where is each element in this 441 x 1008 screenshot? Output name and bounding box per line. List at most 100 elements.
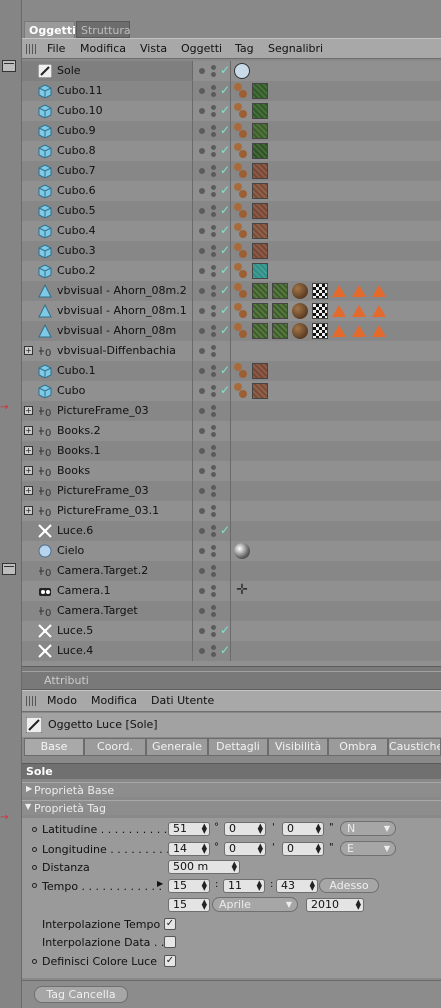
editor-visibility-dot-icon[interactable]: [211, 525, 216, 530]
triangle-tag-icon[interactable]: [372, 305, 386, 317]
editor-visibility-dot-icon[interactable]: [211, 85, 216, 90]
editor-visibility-dot-icon[interactable]: [211, 445, 216, 450]
object-row[interactable]: Cubo.4 ✓: [22, 221, 441, 241]
tab-visibilita[interactable]: Visibilità: [268, 738, 328, 756]
editor-visibility-dot-icon[interactable]: [211, 265, 216, 270]
object-name-cell[interactable]: +0 PictureFrame_03: [22, 401, 193, 421]
expand-toggle-icon[interactable]: +: [24, 506, 33, 515]
triangle-tag-icon[interactable]: [332, 325, 346, 337]
enable-dot-icon[interactable]: [199, 428, 205, 434]
enable-dot-icon[interactable]: [199, 168, 205, 174]
triangle-tag-icon[interactable]: [352, 285, 366, 297]
triangle-tag-icon[interactable]: [332, 285, 346, 297]
texture-tag-icon[interactable]: [252, 163, 268, 179]
object-row[interactable]: Cubo.9 ✓: [22, 121, 441, 141]
object-name-cell[interactable]: +0 PictureFrame_03: [22, 481, 193, 501]
editor-visibility-dot-icon[interactable]: [211, 365, 216, 370]
render-visibility-dot-icon[interactable]: [211, 392, 216, 397]
render-visibility-dot-icon[interactable]: [211, 92, 216, 97]
enabled-check-icon[interactable]: ✓: [220, 364, 230, 376]
menu-tag[interactable]: Tag: [235, 42, 254, 55]
enabled-check-icon[interactable]: ✓: [220, 624, 230, 636]
enabled-check-icon[interactable]: ✓: [220, 304, 230, 316]
object-row[interactable]: +0 vbvisual-Diffenbachia: [22, 341, 441, 361]
enable-dot-icon[interactable]: [199, 468, 205, 474]
object-name-cell[interactable]: Cubo.5: [22, 201, 193, 221]
enabled-check-icon[interactable]: ✓: [220, 184, 230, 196]
editor-visibility-dot-icon[interactable]: [211, 285, 216, 290]
render-visibility-dot-icon[interactable]: [211, 612, 216, 617]
object-name-cell[interactable]: Luce.6: [22, 521, 193, 541]
render-visibility-dot-icon[interactable]: [211, 332, 216, 337]
texture-tag-icon[interactable]: [272, 303, 288, 319]
enabled-check-icon[interactable]: ✓: [220, 164, 230, 176]
tab-base[interactable]: Base: [24, 738, 84, 756]
texture-tag-icon[interactable]: [252, 363, 268, 379]
sun-tag-icon[interactable]: [234, 63, 250, 79]
editor-visibility-dot-icon[interactable]: [211, 505, 216, 510]
enable-dot-icon[interactable]: [199, 488, 205, 494]
enabled-check-icon[interactable]: ✓: [220, 324, 230, 336]
enable-dot-icon[interactable]: [199, 528, 205, 534]
phong-tag-icon[interactable]: [234, 203, 250, 219]
phong-tag-icon[interactable]: [234, 123, 250, 139]
menu-modifica[interactable]: Modifica: [80, 42, 126, 55]
tab-coord[interactable]: Coord.: [84, 738, 146, 756]
enable-dot-icon[interactable]: [199, 328, 205, 334]
enable-dot-icon[interactable]: [199, 408, 205, 414]
editor-visibility-dot-icon[interactable]: [211, 545, 216, 550]
render-visibility-dot-icon[interactable]: [211, 632, 216, 637]
texture-tag-icon[interactable]: [252, 283, 268, 299]
object-row[interactable]: Luce.4 ✓: [22, 641, 441, 661]
render-visibility-dot-icon[interactable]: [211, 592, 216, 597]
object-name-cell[interactable]: Cubo.9: [22, 121, 193, 141]
group-proprieta-tag[interactable]: ▼ Proprietà Tag: [22, 800, 441, 815]
object-row[interactable]: 0 Camera.Target: [22, 601, 441, 621]
object-row[interactable]: +0 Books: [22, 461, 441, 481]
object-name-cell[interactable]: Cielo: [22, 541, 193, 561]
object-name-cell[interactable]: Cubo: [22, 381, 193, 401]
enabled-check-icon[interactable]: ✓: [220, 84, 230, 96]
texture-tag-icon[interactable]: [252, 303, 268, 319]
tempo-year-field[interactable]: 2010 ▲ ▼: [306, 898, 364, 912]
tab-caustiche[interactable]: Caustiche: [388, 738, 441, 756]
enabled-check-icon[interactable]: ✓: [220, 524, 230, 536]
texture-tag-icon[interactable]: [252, 203, 268, 219]
expand-arrow-icon[interactable]: ▶: [157, 879, 163, 888]
enable-dot-icon[interactable]: [199, 508, 205, 514]
render-visibility-dot-icon[interactable]: [211, 212, 216, 217]
object-name-cell[interactable]: +0 Books.2: [22, 421, 193, 441]
object-row[interactable]: vbvisual - Ahorn_08m.2 ✓: [22, 281, 441, 301]
longitudine-sec-field[interactable]: 0 ▲ ▼: [282, 842, 324, 856]
interp-tempo-checkbox[interactable]: ✓: [164, 918, 176, 930]
checker-tag-icon[interactable]: [312, 283, 328, 299]
object-name-cell[interactable]: Cubo.4: [22, 221, 193, 241]
phong-tag-icon[interactable]: [234, 383, 250, 399]
object-row[interactable]: Cubo.6 ✓: [22, 181, 441, 201]
tempo-month-dropdown[interactable]: Aprile ▼: [212, 897, 298, 912]
object-name-cell[interactable]: Cubo.1: [22, 361, 193, 381]
enabled-check-icon[interactable]: ✓: [220, 64, 230, 76]
object-row[interactable]: Luce.5 ✓: [22, 621, 441, 641]
object-row[interactable]: +0 PictureFrame_03: [22, 401, 441, 421]
object-row[interactable]: +0 Books.2: [22, 421, 441, 441]
enabled-check-icon[interactable]: ✓: [220, 244, 230, 256]
object-name-cell[interactable]: Cubo.7: [22, 161, 193, 181]
tag-cancella-button[interactable]: Tag Cancella: [34, 986, 128, 1003]
tempo-day-field[interactable]: 15 ▲ ▼: [168, 898, 210, 912]
render-visibility-dot-icon[interactable]: [211, 292, 216, 297]
object-name-cell[interactable]: Luce.4: [22, 641, 193, 661]
interp-data-checkbox[interactable]: [164, 936, 176, 948]
render-visibility-dot-icon[interactable]: [211, 352, 216, 357]
enabled-check-icon[interactable]: ✓: [220, 124, 230, 136]
tab-ombra[interactable]: Ombra: [328, 738, 388, 756]
texture-tag-icon[interactable]: [252, 183, 268, 199]
enable-dot-icon[interactable]: [199, 588, 205, 594]
editor-visibility-dot-icon[interactable]: [211, 65, 216, 70]
object-name-cell[interactable]: +0 vbvisual-Diffenbachia: [22, 341, 193, 361]
object-name-cell[interactable]: Cubo.10: [22, 101, 193, 121]
texture-tag-icon[interactable]: [252, 143, 268, 159]
render-visibility-dot-icon[interactable]: [211, 452, 216, 457]
tempo-second-field[interactable]: 43 ▲ ▼: [276, 879, 318, 893]
editor-visibility-dot-icon[interactable]: [211, 325, 216, 330]
